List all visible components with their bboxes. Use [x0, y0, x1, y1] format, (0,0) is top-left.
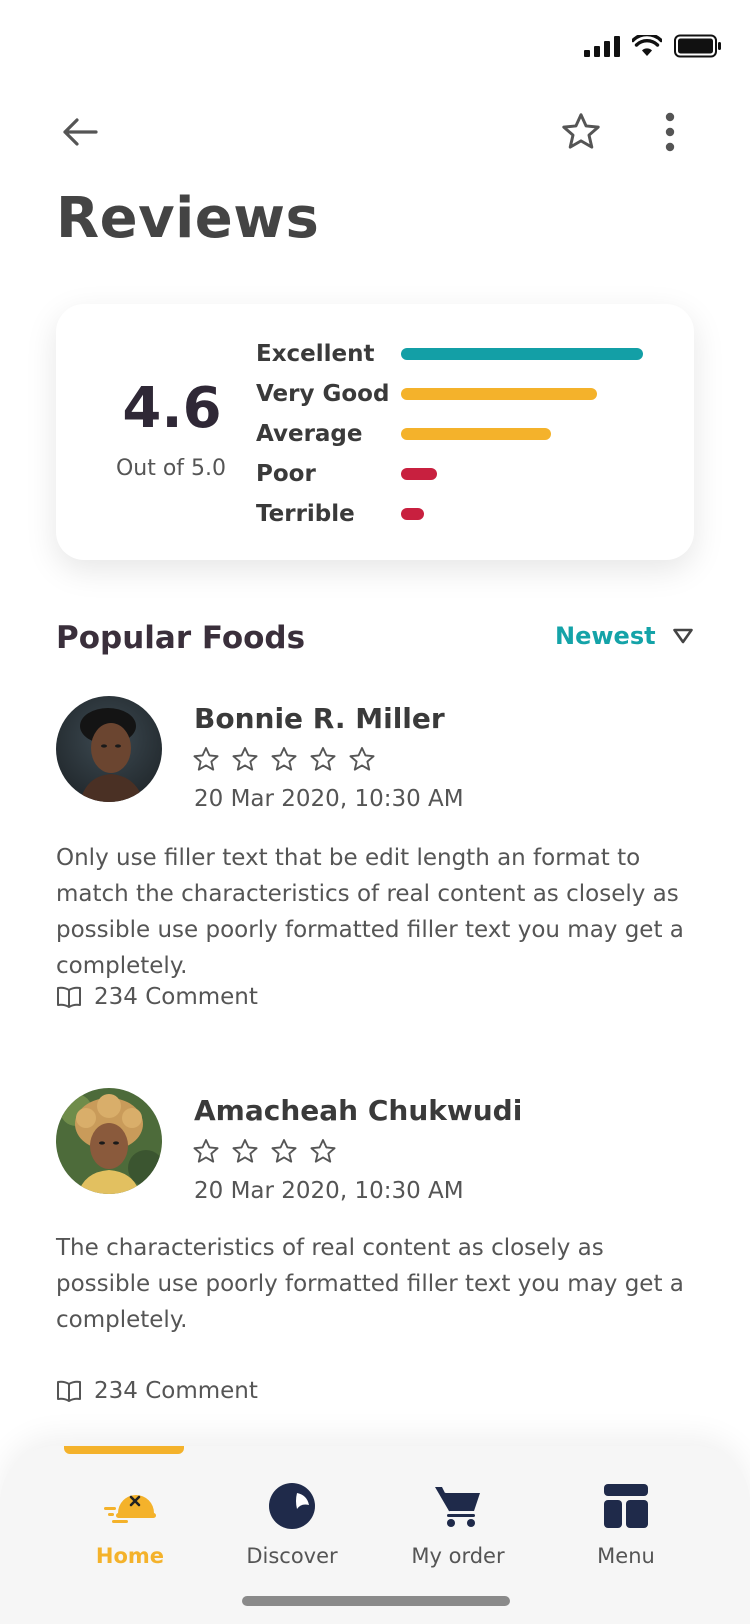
- rating-bar-track: [401, 388, 656, 400]
- book-open-icon: [57, 986, 81, 1008]
- rating-label: Excellent: [256, 341, 375, 367]
- rating-bar: [401, 348, 644, 360]
- score-scale: Out of 5.0: [115, 456, 227, 481]
- home-delivery-icon: [102, 1478, 158, 1534]
- average-score: 4.6: [122, 376, 222, 441]
- cellular-signal-icon: [584, 35, 620, 57]
- star-icon: [232, 1139, 258, 1163]
- star-outline-icon: [562, 113, 600, 149]
- status-bar: [584, 28, 722, 64]
- favorite-button[interactable]: [555, 106, 607, 158]
- comments-link[interactable]: 234 Comment: [56, 1378, 258, 1404]
- rating-bar: [401, 388, 598, 400]
- rating-row-average: Average: [256, 414, 656, 454]
- avatar[interactable]: [56, 1088, 162, 1194]
- rating-bar-track: [401, 508, 656, 520]
- rating-bar: [401, 428, 552, 440]
- star-icon: [310, 1139, 336, 1163]
- back-button[interactable]: [56, 108, 104, 156]
- rating-label: Terrible: [256, 501, 355, 527]
- comments-count: 234 Comment: [94, 984, 258, 1010]
- cart-icon: [430, 1478, 486, 1534]
- book-open-icon: [57, 1380, 81, 1402]
- comments-link[interactable]: 234 Comment: [56, 984, 258, 1010]
- review-item: Bonnie R. Miller 20 Mar 2020, 10:30 AM O…: [56, 696, 696, 1036]
- star-icon: [271, 747, 297, 771]
- rating-bar-track: [401, 428, 656, 440]
- wifi-icon: [632, 35, 662, 56]
- rating-label: Very Good: [256, 381, 390, 407]
- rating-row-poor: Poor: [256, 454, 656, 494]
- nav-label: My order: [411, 1544, 505, 1568]
- review-date: 20 Mar 2020, 10:30 AM: [194, 1178, 464, 1204]
- rating-label: Poor: [256, 461, 316, 487]
- star-icon: [193, 1139, 219, 1163]
- avatar[interactable]: [56, 696, 162, 802]
- sort-label: Newest: [555, 622, 656, 650]
- star-icon: [310, 747, 336, 771]
- menu-grid-icon: [598, 1478, 654, 1534]
- rating-bar-track: [401, 468, 656, 480]
- nav-label: Discover: [246, 1544, 338, 1568]
- review-text: Only use filler text that be edit length…: [56, 845, 684, 979]
- arrow-left-icon: [63, 118, 98, 146]
- reviewer-name: Bonnie R. Miller: [194, 702, 445, 735]
- rating-row-very-good: Very Good: [256, 374, 656, 414]
- more-vertical-icon: [665, 112, 675, 152]
- nav-label: Home: [95, 1544, 165, 1568]
- review-text: The characteristics of real content as c…: [56, 1235, 684, 1333]
- review-item: Amacheah Chukwudi 20 Mar 2020, 10:30 AM …: [56, 1088, 696, 1434]
- star-icon: [349, 747, 375, 771]
- rating-summary-card: 4.6 Out of 5.0 Excellent Very Good Avera…: [56, 304, 694, 560]
- home-indicator: [242, 1596, 510, 1606]
- star-icon: [271, 1139, 297, 1163]
- rating-bar: [401, 508, 424, 520]
- rating-label: Average: [256, 421, 363, 447]
- section-title: Popular Foods: [56, 620, 306, 656]
- sort-dropdown[interactable]: Newest: [555, 622, 694, 650]
- reviewer-name: Amacheah Chukwudi: [194, 1094, 523, 1127]
- star-icon: [232, 747, 258, 771]
- triangle-down-icon: [672, 628, 693, 644]
- rating-breakdown: Excellent Very Good Average Poor Terribl…: [256, 334, 656, 534]
- active-tab-indicator: [64, 1446, 184, 1454]
- rating-bar-track: [401, 348, 656, 360]
- comments-count: 234 Comment: [94, 1378, 258, 1404]
- nav-item-my-order[interactable]: My order: [383, 1478, 533, 1568]
- nav-item-home[interactable]: Home: [55, 1478, 205, 1568]
- page-title: Reviews: [56, 186, 320, 251]
- star-rating: [192, 1138, 337, 1165]
- star-icon: [193, 747, 219, 771]
- more-options-button[interactable]: [644, 106, 696, 158]
- rating-bar: [401, 468, 437, 480]
- review-date: 20 Mar 2020, 10:30 AM: [194, 786, 464, 812]
- rating-row-terrible: Terrible: [256, 494, 656, 534]
- battery-icon: [674, 34, 721, 58]
- nav-item-menu[interactable]: Menu: [551, 1478, 701, 1568]
- nav-label: Menu: [597, 1544, 655, 1568]
- star-rating: [192, 746, 376, 773]
- rating-row-excellent: Excellent: [256, 334, 656, 374]
- nav-item-discover[interactable]: Discover: [217, 1478, 367, 1568]
- compass-icon: [264, 1478, 320, 1534]
